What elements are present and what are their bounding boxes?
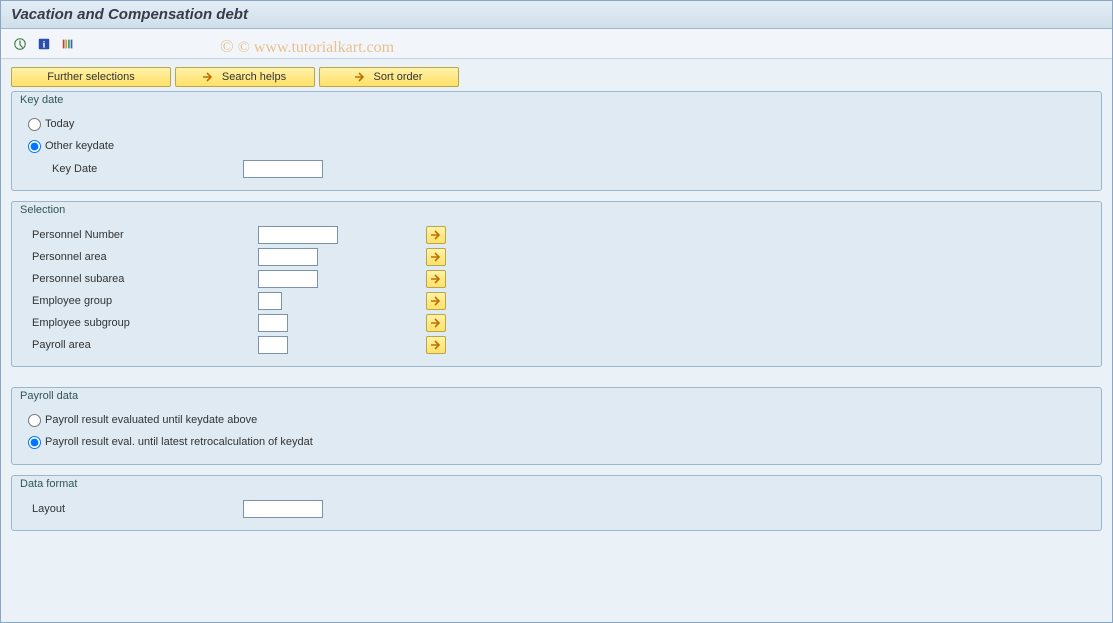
multiple-selection-button[interactable] xyxy=(426,314,446,332)
multiple-selection-button[interactable] xyxy=(426,226,446,244)
sort-order-button[interactable]: Sort order xyxy=(319,67,459,87)
multiple-selection-button[interactable] xyxy=(426,336,446,354)
other-keydate-radio[interactable] xyxy=(28,140,41,153)
app-window: Vacation and Compensation debt i © © www… xyxy=(0,0,1113,623)
selection-row-label: Payroll area xyxy=(28,339,258,351)
data-format-title: Data format xyxy=(12,476,1101,494)
selection-input[interactable] xyxy=(258,314,288,332)
selection-row: Personnel Number xyxy=(28,224,1091,246)
selection-row-label: Personnel area xyxy=(28,251,258,263)
selection-title: Selection xyxy=(12,202,1101,220)
selection-row: Employee subgroup xyxy=(28,312,1091,334)
selection-input[interactable] xyxy=(258,336,288,354)
svg-text:i: i xyxy=(43,39,46,50)
selection-row-label: Employee group xyxy=(28,295,258,307)
selection-input[interactable] xyxy=(258,226,338,244)
sort-order-label: Sort order xyxy=(374,71,423,83)
key-date-input[interactable] xyxy=(243,160,323,178)
selection-input[interactable] xyxy=(258,248,318,266)
arrow-right-icon xyxy=(352,70,368,84)
page-title: Vacation and Compensation debt xyxy=(1,1,1112,29)
payroll-opt1-radio[interactable] xyxy=(28,414,41,427)
other-keydate-label: Other keydate xyxy=(45,140,114,152)
selection-row: Personnel subarea xyxy=(28,268,1091,290)
variant-icon[interactable] xyxy=(59,35,77,53)
key-date-group: Key date Today Other keydate Key Date xyxy=(11,91,1102,191)
key-date-title: Key date xyxy=(12,92,1101,110)
payroll-data-group: Payroll data Payroll result evaluated un… xyxy=(11,387,1102,465)
key-date-field-label: Key Date xyxy=(28,163,243,175)
search-helps-label: Search helps xyxy=(222,71,286,83)
layout-input[interactable] xyxy=(243,500,323,518)
payroll-data-title: Payroll data xyxy=(12,388,1101,406)
content-area: Further selections Search helps Sort ord… xyxy=(1,59,1112,549)
today-label: Today xyxy=(45,118,74,130)
multiple-selection-button[interactable] xyxy=(426,270,446,288)
arrow-right-icon xyxy=(200,70,216,84)
payroll-opt2-label: Payroll result eval. until latest retroc… xyxy=(45,436,313,448)
data-format-group: Data format Layout xyxy=(11,475,1102,531)
multiple-selection-button[interactable] xyxy=(426,248,446,266)
today-radio[interactable] xyxy=(28,118,41,131)
selection-buttons-row: Further selections Search helps Sort ord… xyxy=(11,67,1102,87)
further-selections-button[interactable]: Further selections xyxy=(11,67,171,87)
selection-row: Employee group xyxy=(28,290,1091,312)
payroll-opt1-label: Payroll result evaluated until keydate a… xyxy=(45,414,257,426)
selection-group: Selection Personnel Number Personnel area… xyxy=(11,201,1102,367)
payroll-opt2-radio[interactable] xyxy=(28,436,41,449)
selection-row: Payroll area xyxy=(28,334,1091,356)
selection-row-label: Employee subgroup xyxy=(28,317,258,329)
layout-label: Layout xyxy=(28,503,243,515)
selection-row-label: Personnel Number xyxy=(28,229,258,241)
execute-icon[interactable] xyxy=(11,35,29,53)
selection-input[interactable] xyxy=(258,292,282,310)
multiple-selection-button[interactable] xyxy=(426,292,446,310)
app-toolbar: i xyxy=(1,29,1112,59)
selection-row-label: Personnel subarea xyxy=(28,273,258,285)
search-helps-button[interactable]: Search helps xyxy=(175,67,315,87)
selection-input[interactable] xyxy=(258,270,318,288)
selection-row: Personnel area xyxy=(28,246,1091,268)
info-icon[interactable]: i xyxy=(35,35,53,53)
